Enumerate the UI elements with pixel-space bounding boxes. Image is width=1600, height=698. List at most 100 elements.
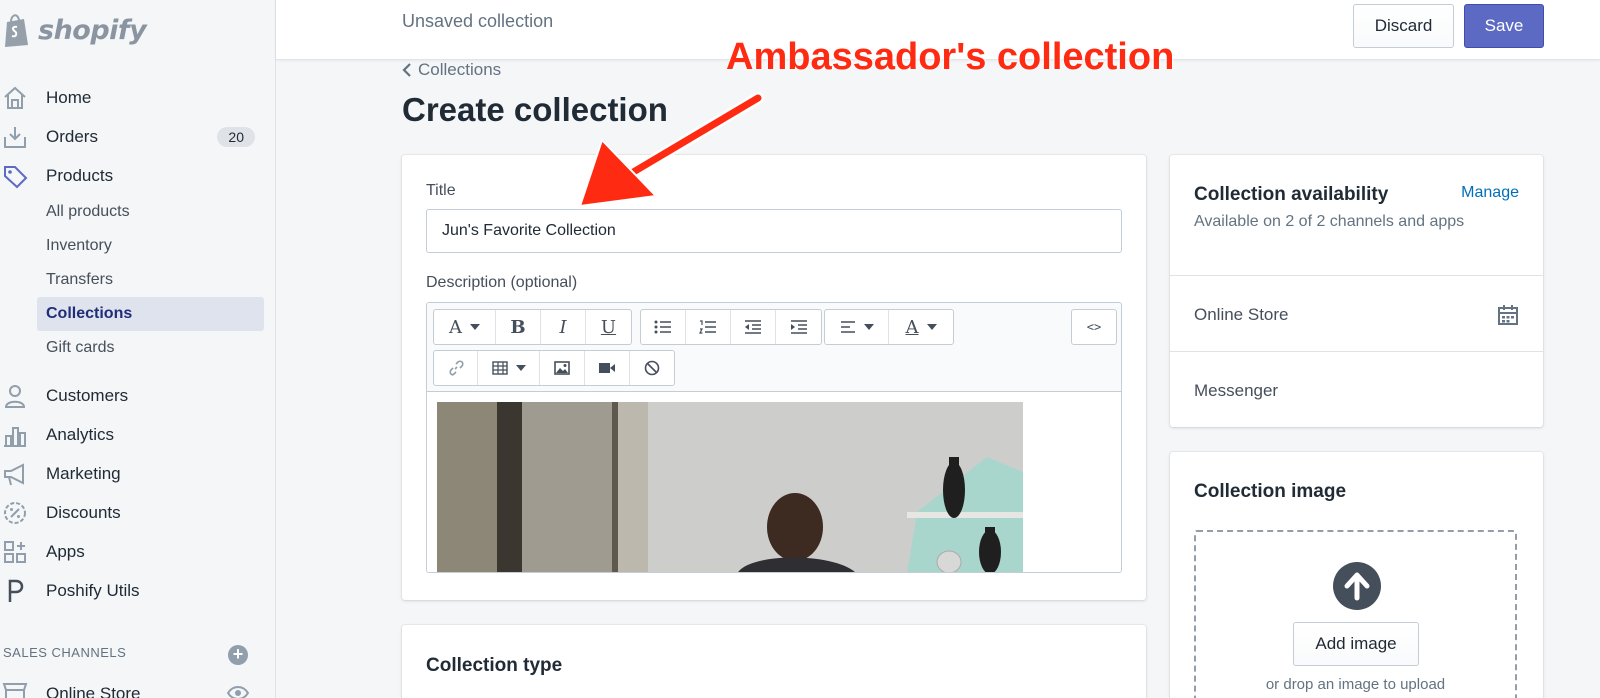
nav-analytics[interactable]: Analytics [0,415,275,454]
underline-icon: U [600,316,617,338]
topbar-title: Unsaved collection [402,11,554,31]
collection-image-card: Collection image Add image or drop an im… [1170,452,1543,698]
video-icon [599,363,615,373]
eye-icon[interactable] [227,684,249,698]
clear-format-icon [644,360,660,376]
add-sales-channel-button[interactable]: + [228,645,248,665]
discard-button[interactable]: Discard [1353,4,1454,48]
format-group: A [824,309,954,345]
channel-messenger: Messenger [1194,381,1279,400]
availability-heading: Collection availability [1194,184,1389,205]
manage-link[interactable]: Manage [1461,184,1519,202]
html-button[interactable]: <> [1072,310,1116,344]
nav-label: Products [46,165,114,185]
annotation-arrow-icon [579,92,764,207]
bold-button[interactable]: B [496,310,541,344]
collection-type-heading: Collection type [426,655,563,676]
table-button[interactable] [478,351,540,385]
nav-products[interactable]: Products [0,156,275,195]
nav-poshify-utils[interactable]: Poshify Utils [0,571,275,610]
link-button[interactable] [434,351,478,385]
link-icon [448,360,464,376]
brand-name: shopify [38,14,147,46]
nav-discounts[interactable]: Discounts [0,493,275,532]
table-icon [491,361,508,375]
title-label: Title [426,182,456,199]
nav-label: Marketing [46,463,121,483]
text-color-button[interactable]: A [889,310,953,344]
subnav-all-products[interactable]: All products [37,195,264,229]
clear-format-button[interactable] [630,351,674,385]
nav-label: Discounts [46,502,121,522]
chevron-left-icon [402,63,411,77]
subnav-transfers[interactable]: Transfers [37,263,264,297]
underline-button[interactable]: U [586,310,631,344]
editor-content[interactable] [427,392,1121,572]
subnav-inventory[interactable]: Inventory [37,229,264,263]
sales-channels-heading: SALES CHANNELS [3,645,127,660]
font-group: A B I U [433,309,632,345]
availability-subtitle: Available on 2 of 2 channels and apps [1194,213,1465,230]
nav-customers[interactable]: Customers [0,376,275,415]
list-group [640,309,822,345]
editor-toolbar: A B I U A <> [427,303,1121,392]
font-button[interactable]: A [434,310,496,344]
italic-icon: I [559,316,567,338]
nav-label: Orders [46,126,98,146]
nav-label: Apps [46,541,85,561]
store-icon [2,683,28,698]
nav-home[interactable]: Home [0,78,275,117]
breadcrumb-label: Collections [418,60,502,79]
nav-marketing[interactable]: Marketing [0,454,275,493]
customers-icon [2,383,28,409]
shopify-logo[interactable]: shopify [0,0,275,60]
description-label: Description (optional) [426,274,578,291]
html-group: <> [1071,309,1117,345]
home-icon [2,85,28,111]
calendar-icon[interactable] [1497,304,1519,326]
bulleted-list-button[interactable] [641,310,686,344]
add-image-button[interactable]: Add image [1293,622,1419,666]
video-button[interactable] [585,351,630,385]
subnav-gift-cards[interactable]: Gift cards [37,331,264,365]
text-color-icon: A [905,316,919,338]
subnav-collections[interactable]: Collections [37,297,264,331]
nav-apps[interactable]: Apps [0,532,275,571]
nav-label: Analytics [46,424,115,444]
italic-button[interactable]: I [541,310,586,344]
insert-group [433,350,675,386]
breadcrumb[interactable]: Collections [402,60,501,80]
align-button[interactable] [825,310,889,344]
numbered-list-button[interactable] [686,310,731,344]
bold-icon: B [510,316,526,338]
outdent-icon [745,320,761,334]
outdent-button[interactable] [731,310,776,344]
orders-count-badge: 20 [217,126,255,147]
drop-hint: or drop an image to upload [1265,676,1446,693]
nav-label: Online Store [46,684,141,698]
embedded-photo [437,402,1023,572]
orders-icon [2,124,28,150]
poshify-icon [2,578,28,604]
discount-icon [2,500,28,526]
megaphone-icon [2,461,28,487]
analytics-icon [2,422,28,448]
upload-arrow-icon [1333,562,1381,610]
save-button[interactable]: Save [1464,4,1544,48]
annotation-label: Ambassador's collection [726,36,1175,78]
nav-online-store[interactable]: Online Store [0,680,276,698]
nav-label: Customers [46,385,129,405]
image-dropzone[interactable]: Add image or drop an image to upload [1194,530,1517,698]
indent-button[interactable] [776,310,821,344]
nav-label: Home [46,87,92,107]
image-button[interactable] [540,351,585,385]
nav-orders[interactable]: Orders 20 [0,117,275,156]
collection-image-heading: Collection image [1194,481,1347,502]
font-icon: A [449,316,462,338]
apps-icon [2,539,28,565]
shopping-bag-icon [5,14,28,47]
description-editor: A B I U A <> [426,302,1122,573]
title-input[interactable]: Jun's Favorite Collection [426,209,1122,253]
nav-label: Poshify Utils [46,580,140,600]
divider [1170,275,1543,276]
